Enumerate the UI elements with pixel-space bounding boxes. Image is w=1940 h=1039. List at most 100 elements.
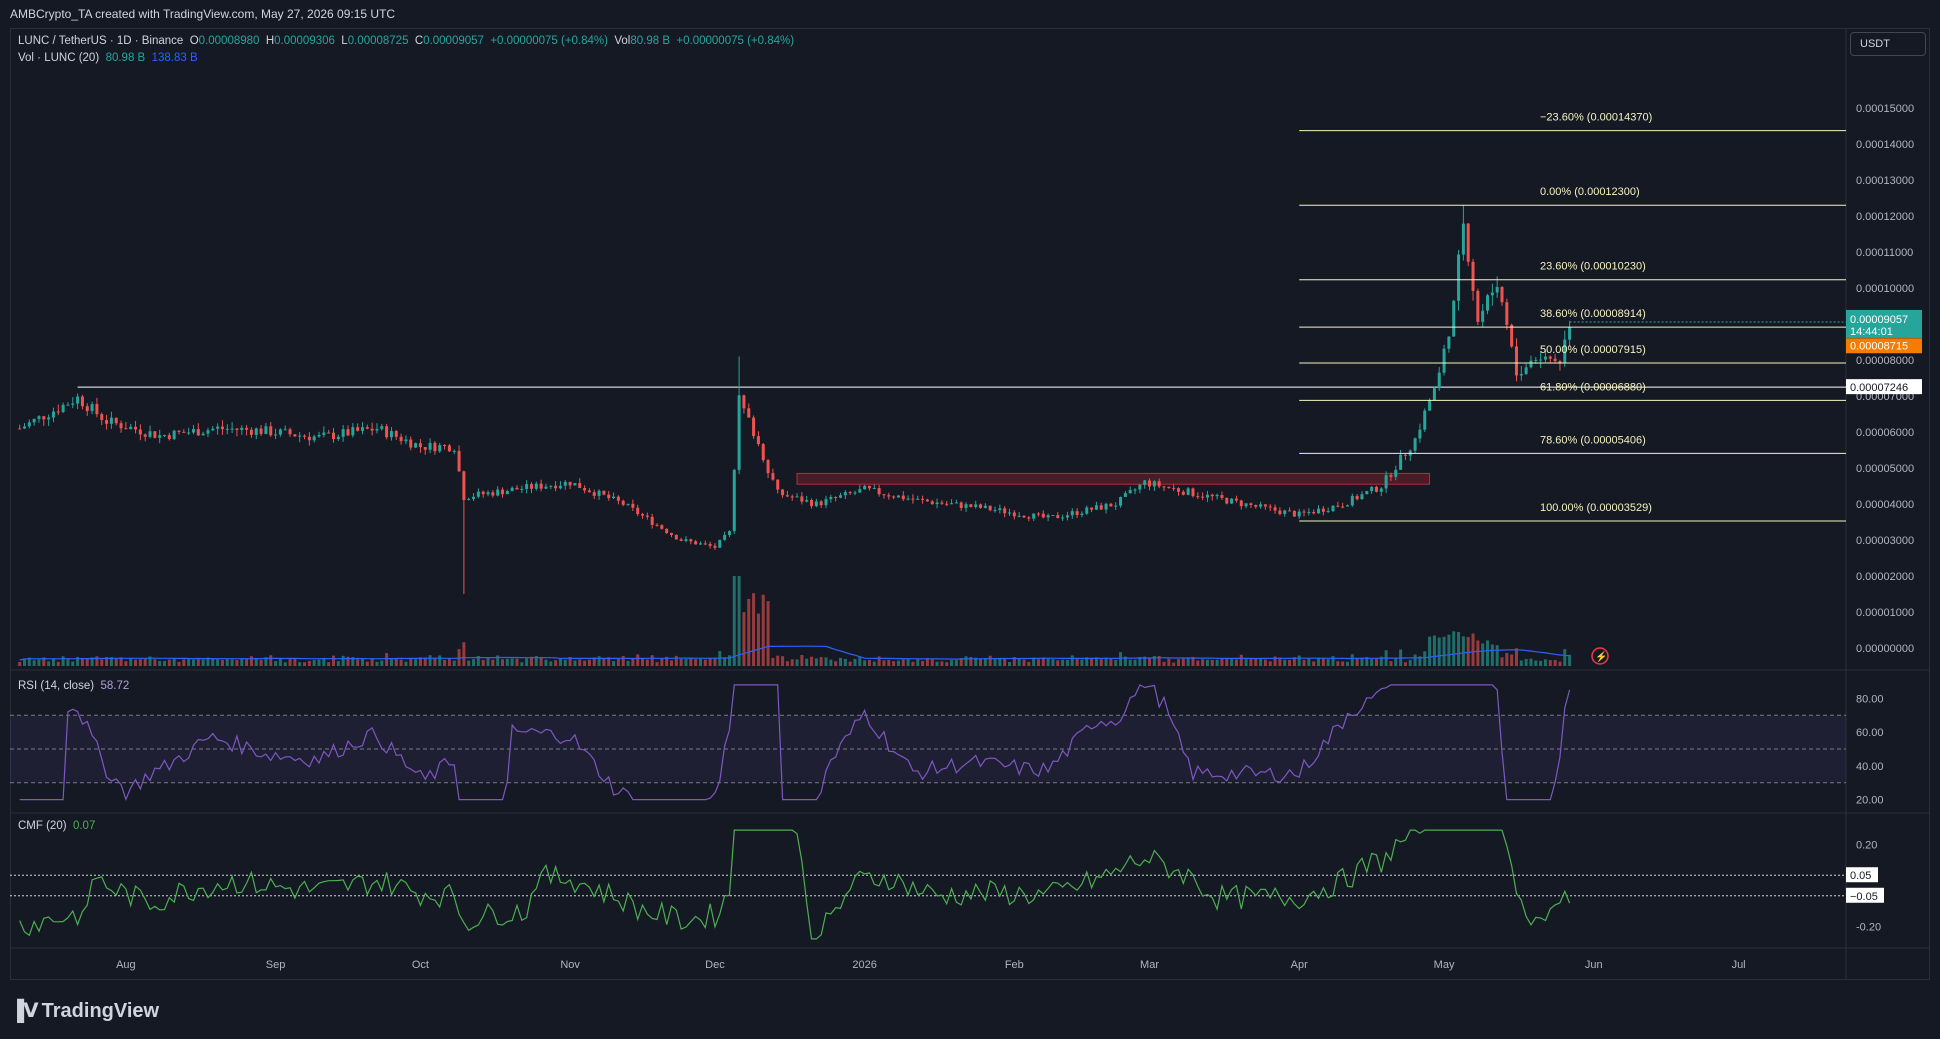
volume-legend[interactable]: Vol · LUNC (20) 80.98 B 138.83 B — [18, 52, 198, 64]
candle-body[interactable] — [399, 436, 403, 442]
candle-body[interactable] — [810, 500, 814, 507]
candle-body[interactable] — [1012, 512, 1016, 517]
candle-body[interactable] — [1143, 480, 1147, 485]
candle-body[interactable] — [336, 436, 340, 440]
candle-body[interactable] — [1099, 505, 1103, 510]
candle-body[interactable] — [1437, 372, 1441, 389]
candle-body[interactable] — [1070, 511, 1074, 516]
candle-body[interactable] — [1104, 503, 1108, 510]
candle-body[interactable] — [1447, 336, 1451, 349]
candle-body[interactable] — [592, 492, 596, 496]
candle-body[interactable] — [882, 494, 886, 496]
candle-body[interactable] — [220, 426, 224, 430]
candle-body[interactable] — [1128, 490, 1132, 494]
candle-body[interactable] — [457, 450, 461, 472]
candle-body[interactable] — [1094, 505, 1098, 510]
candle-body[interactable] — [303, 435, 307, 437]
candle-body[interactable] — [1476, 290, 1480, 322]
candle-body[interactable] — [1534, 359, 1538, 361]
candle-body[interactable] — [385, 426, 389, 438]
candle-body[interactable] — [1394, 469, 1398, 477]
candle-body[interactable] — [201, 433, 205, 436]
candle-body[interactable] — [375, 428, 379, 431]
candle-body[interactable] — [940, 502, 944, 504]
candle-body[interactable] — [264, 426, 268, 435]
candle-body[interactable] — [18, 428, 22, 430]
candle-body[interactable] — [1379, 488, 1383, 492]
candle-body[interactable] — [259, 428, 263, 435]
cmf-line[interactable] — [19, 829, 1571, 940]
candle-body[interactable] — [877, 488, 881, 495]
candle-body[interactable] — [167, 435, 171, 440]
candle-body[interactable] — [549, 485, 553, 487]
candle-body[interactable] — [148, 431, 152, 437]
candle-body[interactable] — [254, 428, 258, 435]
candle-body[interactable] — [418, 443, 422, 448]
candle-body[interactable] — [153, 431, 157, 438]
candle-body[interactable] — [1283, 510, 1287, 515]
candle-body[interactable] — [1278, 510, 1282, 515]
candle-body[interactable] — [245, 427, 249, 430]
candle-body[interactable] — [187, 432, 191, 434]
candle-body[interactable] — [341, 429, 345, 437]
chart-canvas[interactable]: 0.00015000 0.00014000 0.00013000 0.00012000… — [10, 28, 1930, 980]
candle-body[interactable] — [114, 417, 118, 424]
candle-body[interactable] — [1413, 438, 1417, 451]
candle-body[interactable] — [964, 504, 968, 508]
symbol-legend[interactable]: LUNC / TetherUS · 1D · Binance O0.000089… — [18, 35, 794, 47]
candle-body[interactable] — [616, 496, 620, 501]
candle-body[interactable] — [1017, 515, 1021, 517]
candle-body[interactable] — [129, 426, 133, 430]
candle-body[interactable] — [655, 524, 659, 526]
candle-body[interactable] — [698, 543, 702, 545]
candle-body[interactable] — [843, 492, 847, 496]
candle-body[interactable] — [1428, 400, 1432, 411]
candle-body[interactable] — [563, 481, 567, 486]
candle-body[interactable] — [240, 427, 244, 430]
candle-body[interactable] — [1481, 310, 1485, 322]
candle-body[interactable] — [1384, 475, 1388, 489]
candle-body[interactable] — [1370, 486, 1374, 492]
candle-body[interactable] — [1505, 302, 1509, 325]
candle-body[interactable] — [587, 490, 591, 493]
candle-body[interactable] — [863, 485, 867, 490]
candles[interactable] — [18, 205, 1572, 594]
candle-body[interactable] — [1350, 495, 1354, 506]
candle-body[interactable] — [950, 503, 954, 505]
candle-body[interactable] — [42, 416, 46, 420]
candle-body[interactable] — [1288, 510, 1292, 512]
candle-body[interactable] — [993, 510, 997, 512]
candle-body[interactable] — [708, 544, 712, 546]
candle-body[interactable] — [447, 445, 451, 452]
candle-body[interactable] — [1374, 486, 1378, 492]
candle-body[interactable] — [583, 487, 587, 491]
candle-body[interactable] — [785, 495, 789, 497]
candle-body[interactable] — [1490, 292, 1494, 296]
candle-body[interactable] — [37, 416, 41, 419]
candle-body[interactable] — [1162, 486, 1166, 488]
candle-body[interactable] — [781, 489, 785, 496]
candle-body[interactable] — [191, 429, 195, 433]
candle-body[interactable] — [356, 427, 360, 431]
candle-body[interactable] — [607, 494, 611, 499]
candle-body[interactable] — [71, 403, 75, 405]
candle-body[interactable] — [443, 445, 447, 447]
price-axis[interactable]: 0.00015000 0.00014000 0.00013000 0.00012000… — [1856, 103, 1914, 655]
candle-body[interactable] — [409, 439, 413, 448]
candle-body[interactable] — [105, 420, 109, 424]
tradingview-logo[interactable]: ▐𝗩 TradingView — [10, 996, 159, 1026]
candle-body[interactable] — [163, 435, 167, 437]
candle-body[interactable] — [645, 515, 649, 517]
candle-body[interactable] — [626, 503, 630, 505]
candle-body[interactable] — [573, 483, 577, 486]
candle-body[interactable] — [85, 406, 89, 412]
candle-body[interactable] — [1133, 489, 1137, 491]
candle-body[interactable] — [1065, 515, 1069, 518]
candle-body[interactable] — [761, 444, 765, 461]
candle-body[interactable] — [935, 502, 939, 505]
candle-body[interactable] — [597, 490, 601, 496]
candle-body[interactable] — [1215, 494, 1219, 497]
candle-body[interactable] — [472, 496, 476, 500]
candle-body[interactable] — [1331, 505, 1335, 511]
candle-body[interactable] — [578, 483, 582, 488]
